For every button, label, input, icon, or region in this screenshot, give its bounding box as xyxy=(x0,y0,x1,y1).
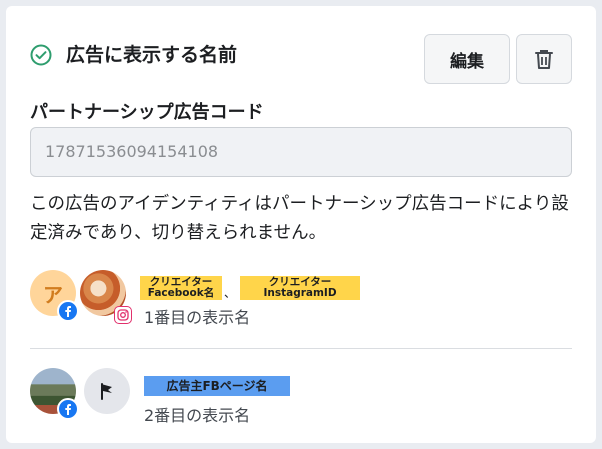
instagram-id-tag: クリエイター InstagramID xyxy=(240,276,360,300)
trash-icon xyxy=(535,50,553,69)
card-header: 広告に表示する名前 編集 xyxy=(30,34,572,86)
ad-identity-card: 広告に表示する名前 編集 パートナーシップ広告コード 1787153609415… xyxy=(6,6,596,443)
display-name: 1番目の表示名 xyxy=(144,308,251,327)
identity-row: ア クリエイター Facebook名 、 クリエイター InstagramID … xyxy=(30,270,572,330)
display-name: 2番目の表示名 xyxy=(144,406,251,425)
edit-button[interactable]: 編集 xyxy=(424,34,510,84)
page-avatar xyxy=(84,368,130,414)
partnership-code-label: パートナーシップ広告コード xyxy=(30,102,264,123)
card-title: 広告に表示する名前 xyxy=(66,44,238,66)
tag-line: InstagramID xyxy=(263,287,337,299)
divider xyxy=(30,348,572,349)
check-circle-icon xyxy=(30,44,52,66)
tag-line: Facebook名 xyxy=(147,287,215,299)
facebook-icon xyxy=(57,300,79,322)
delete-button[interactable] xyxy=(516,34,572,84)
instagram-icon xyxy=(114,306,132,324)
flag-icon xyxy=(101,383,112,400)
facebook-name-tag: クリエイター Facebook名 xyxy=(140,276,222,300)
identity-locked-notice: この広告のアイデンティティはパートナーシップ広告コードにより設定済みであり、切り… xyxy=(30,194,569,243)
facebook-icon xyxy=(57,398,79,420)
identity-row: 広告主FBページ名 2番目の表示名 xyxy=(30,368,572,428)
partnership-code-field: 17871536094154108 xyxy=(30,127,572,177)
separator: 、 xyxy=(224,286,237,300)
page-name-tag: 広告主FBページ名 xyxy=(144,376,290,396)
